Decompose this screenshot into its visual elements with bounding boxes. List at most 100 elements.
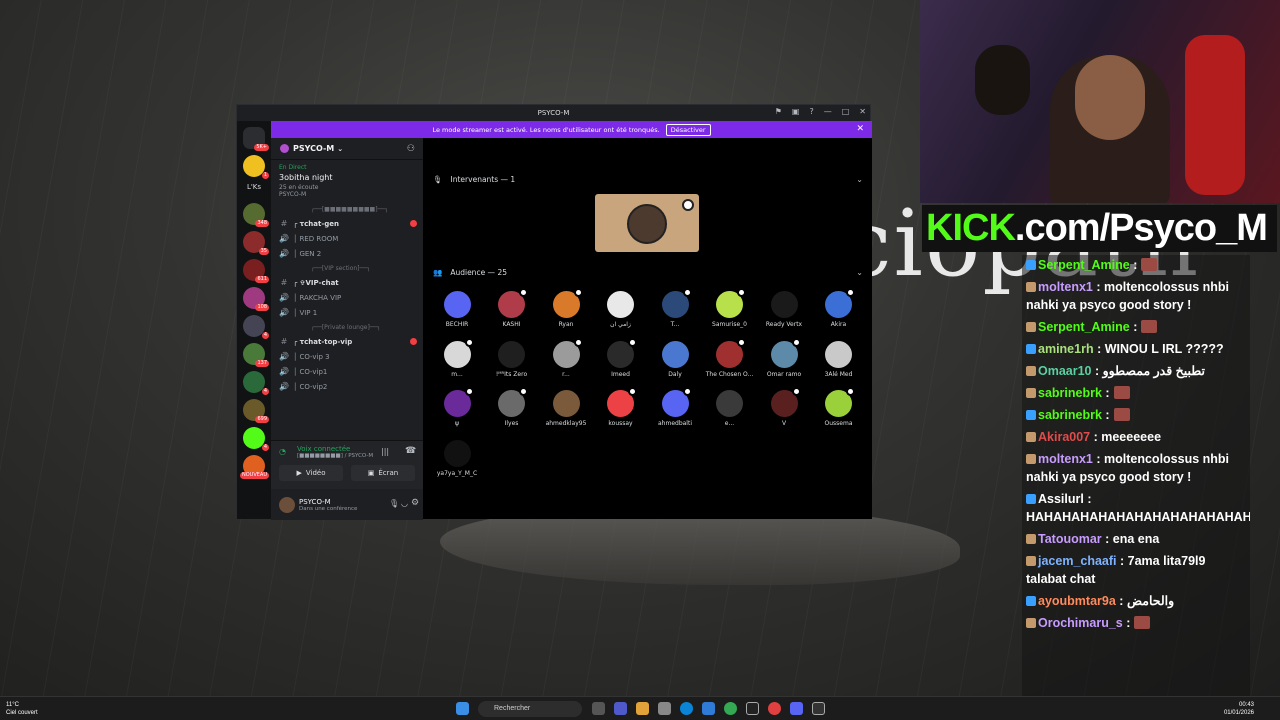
- audience-member[interactable]: Omar ramo: [758, 337, 810, 378]
- inbox-icon[interactable]: ⚑: [775, 107, 782, 116]
- speaker-tile[interactable]: [595, 194, 699, 252]
- audience-member[interactable]: m...: [431, 337, 483, 378]
- guild-header[interactable]: PSYCO-M ⌄ ⚇: [271, 138, 423, 160]
- file-explorer-icon[interactable]: [636, 702, 649, 715]
- server-icon[interactable]: 611: [243, 259, 269, 283]
- help-icon[interactable]: ?: [809, 107, 813, 116]
- server-icon[interactable]: 348: [243, 203, 269, 227]
- server-icon[interactable]: 4: [243, 371, 269, 395]
- audience-member[interactable]: r...: [540, 337, 592, 378]
- gear-icon[interactable]: ⚙: [411, 498, 419, 508]
- stage-event[interactable]: En Direct 3obitha night 25 en écoute PSY…: [271, 160, 423, 202]
- discord-icon[interactable]: [790, 702, 803, 715]
- audience-member[interactable]: e...: [704, 390, 756, 427]
- add-member-icon[interactable]: ⚇: [407, 144, 415, 154]
- chrome-icon[interactable]: [724, 702, 737, 715]
- channel-category[interactable]: ┌──[VIP section]──┐: [271, 261, 423, 275]
- chat-username[interactable]: Akira007: [1038, 430, 1090, 444]
- audience-member[interactable]: 3Alé Med: [813, 340, 865, 378]
- app-icon[interactable]: [768, 702, 781, 715]
- channel-category[interactable]: ┌──[■■■■■■■■■]──┐: [271, 202, 423, 216]
- audience-member[interactable]: Imeed: [595, 337, 647, 378]
- headphones-icon[interactable]: ◡: [401, 499, 408, 508]
- terminal-icon[interactable]: [812, 702, 825, 715]
- screen-icon[interactable]: ▣: [792, 107, 800, 116]
- edge-icon[interactable]: [680, 702, 693, 715]
- voice-channel[interactable]: 🔊 │ CO-vip1: [271, 364, 423, 379]
- maximize-icon[interactable]: □: [842, 107, 850, 116]
- audience-member[interactable]: ψ: [431, 387, 483, 427]
- server-icon[interactable]: 4: [243, 427, 269, 451]
- speakers-section[interactable]: 🎙 Intervenants — 1 ⌄: [433, 175, 863, 184]
- app-icon[interactable]: [658, 702, 671, 715]
- close-icon[interactable]: ✕: [859, 107, 866, 116]
- chat-username[interactable]: Tatouomar: [1038, 532, 1102, 546]
- audience-member[interactable]: ahmedklay95: [540, 390, 592, 427]
- text-channel[interactable]: # ┌ ✞VIP-chat: [271, 275, 423, 290]
- audience-member[interactable]: V: [758, 387, 810, 427]
- disconnect-icon[interactable]: ☎: [405, 446, 416, 456]
- chat-username[interactable]: Orochimaru_s: [1038, 616, 1123, 630]
- audience-member[interactable]: koussay: [595, 387, 647, 427]
- audience-member[interactable]: !ᴹᴿIts Zero: [486, 340, 538, 378]
- chat-username[interactable]: Serpent_Amine: [1038, 258, 1130, 272]
- chat-username[interactable]: jacem_chaafi: [1038, 554, 1117, 568]
- audience-member[interactable]: BECHIR: [431, 291, 483, 328]
- audience-member[interactable]: Ilyes: [486, 387, 538, 427]
- audience-member[interactable]: ya7ya_Y_M_C: [431, 439, 483, 477]
- server-icon[interactable]: 35: [243, 231, 269, 255]
- server-icon[interactable]: 4: [243, 315, 269, 339]
- server-icon[interactable]: 699: [243, 399, 269, 423]
- audience-member[interactable]: Akira: [813, 288, 865, 328]
- audience-section[interactable]: 👥 Audience — 25 ⌄: [433, 268, 863, 277]
- channel-category[interactable]: ┌──[Private lounge]──┐: [271, 320, 423, 334]
- audience-member[interactable]: Samurise_0: [704, 288, 756, 328]
- audience-member[interactable]: Oussema: [813, 387, 865, 427]
- voice-channel[interactable]: 🔊 │ CO-vip 3: [271, 349, 423, 364]
- obs-icon[interactable]: [746, 702, 759, 715]
- server-icon[interactable]: 5K+: [243, 127, 269, 151]
- store-icon[interactable]: [702, 702, 715, 715]
- task-view-icon[interactable]: [592, 702, 605, 715]
- server-icon[interactable]: 137: [243, 343, 269, 367]
- voice-channel[interactable]: 🔊 │ VIP 1: [271, 305, 423, 320]
- voice-channel[interactable]: 🔊 │ RED ROOM: [271, 231, 423, 246]
- chat-username[interactable]: moltenx1: [1038, 452, 1093, 466]
- text-channel[interactable]: # ┌ τchat-top-vip: [271, 334, 423, 349]
- screen-share-button[interactable]: ▣ Écran: [351, 465, 415, 481]
- chat-username[interactable]: sabrinebrk: [1038, 408, 1102, 422]
- minimize-icon[interactable]: —: [824, 107, 832, 116]
- voice-channel[interactable]: 🔊 │ RAKCHA VIP: [271, 290, 423, 305]
- taskbar-search[interactable]: Rechercher: [478, 701, 582, 717]
- audience-member[interactable]: The Chosen O...: [704, 337, 756, 378]
- audience-member[interactable]: T...: [649, 288, 701, 328]
- chat-username[interactable]: Serpent_Amine: [1038, 320, 1130, 334]
- avatar[interactable]: [279, 496, 295, 513]
- text-channel[interactable]: # ┌ τchat-gen: [271, 216, 423, 231]
- audience-member[interactable]: ahmedbalti: [649, 387, 701, 427]
- audience-member[interactable]: KASHI: [486, 288, 538, 328]
- teams-icon[interactable]: [614, 702, 627, 715]
- audience-member[interactable]: Daly: [649, 340, 701, 378]
- audience-member[interactable]: Ready Vertx: [758, 291, 810, 328]
- video-button[interactable]: ▶ Vidéo: [279, 465, 343, 481]
- server-folder-label[interactable]: L'Ks: [243, 183, 265, 197]
- clock[interactable]: 00:43 01/01/2026: [1224, 701, 1254, 717]
- audience-member[interactable]: زامي ان: [595, 291, 647, 328]
- server-icon[interactable]: 1: [243, 155, 269, 179]
- voice-channel[interactable]: 🔊 │ CO-vip2: [271, 379, 423, 394]
- close-notice-icon[interactable]: ✕: [856, 124, 864, 134]
- windows-start-icon[interactable]: [456, 702, 469, 715]
- chat-username[interactable]: ayoubmtar9a: [1038, 594, 1116, 608]
- voice-channel[interactable]: 🔊 │ GEN 2: [271, 246, 423, 261]
- chat-username[interactable]: Assilurl: [1038, 492, 1084, 506]
- server-icon[interactable]: 108: [243, 287, 269, 311]
- microphone-icon[interactable]: 🎙: [389, 499, 399, 508]
- disable-streamer-button[interactable]: Désactiver: [665, 123, 711, 136]
- noise-suppression-icon[interactable]: |||: [381, 447, 389, 456]
- chat-username[interactable]: moltenx1: [1038, 280, 1093, 294]
- chat-username[interactable]: amine1rh: [1038, 342, 1094, 356]
- audience-member[interactable]: Ryan: [540, 288, 592, 328]
- chat-username[interactable]: sabrinebrk: [1038, 386, 1102, 400]
- weather-widget[interactable]: 11°C Ciel couvert: [6, 701, 38, 717]
